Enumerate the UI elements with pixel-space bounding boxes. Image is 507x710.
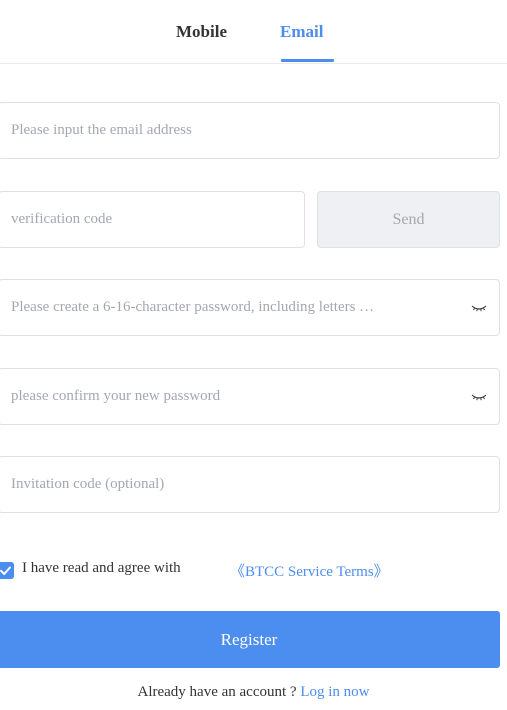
tab-bar: Mobile Email [0, 0, 507, 64]
register-button[interactable]: Register [0, 611, 500, 668]
eye-closed-icon[interactable] [471, 389, 487, 405]
tab-email[interactable]: Email [280, 22, 323, 42]
invitation-code-input[interactable] [11, 457, 481, 512]
service-terms-link[interactable]: 《BTCC Service Terms》 [230, 560, 389, 581]
login-question: Already have an account ? [137, 684, 297, 700]
agreement-row: I have read and agree with 《BTCC Service… [0, 559, 500, 581]
active-tab-indicator [281, 59, 334, 62]
agreement-text: I have read and agree with [22, 560, 181, 576]
password-input[interactable] [11, 280, 461, 335]
login-prompt: Already have an account ? Log in now [0, 684, 507, 701]
login-link[interactable]: Log in now [300, 684, 369, 700]
eye-closed-icon[interactable] [471, 300, 487, 316]
verification-code-field-box [0, 191, 305, 248]
email-field-box [0, 102, 500, 159]
confirm-password-field-box [0, 368, 500, 425]
send-code-button[interactable]: Send [317, 191, 500, 248]
confirm-password-input[interactable] [11, 369, 461, 424]
invitation-code-field-box [0, 456, 500, 513]
tab-mobile[interactable]: Mobile [176, 22, 227, 42]
email-input[interactable] [11, 103, 481, 158]
password-field-box [0, 279, 500, 336]
verification-code-input[interactable] [11, 192, 291, 247]
agreement-checkbox[interactable] [0, 562, 14, 579]
